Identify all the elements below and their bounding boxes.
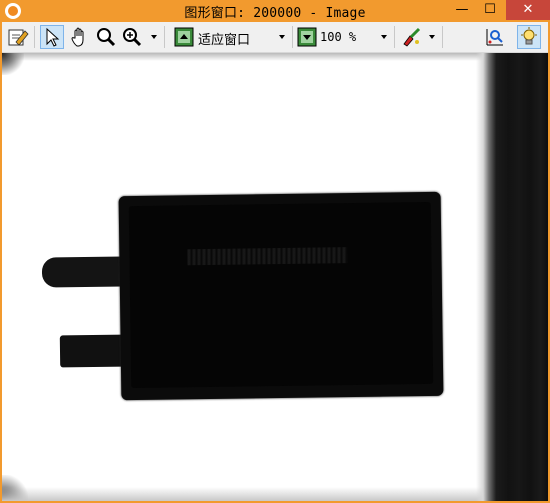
toolbar-separator: [442, 26, 443, 48]
bulb-icon: [521, 27, 537, 45]
close-button[interactable]: ✕: [506, 0, 550, 20]
paint-dropdown-arrow[interactable]: [429, 35, 435, 39]
pointer-icon: [46, 27, 60, 47]
canvas-top-shadow: [2, 53, 548, 61]
edit-button[interactable]: [6, 25, 30, 49]
zoom-mode-label[interactable]: 适应窗口: [198, 29, 250, 48]
fit-window-button[interactable]: [172, 25, 196, 49]
paint-button[interactable]: [399, 25, 423, 49]
toolbar: 适应窗口 100 %: [2, 22, 548, 53]
maximize-button[interactable]: ☐: [477, 0, 503, 20]
image-canvas[interactable]: [2, 53, 548, 501]
graph-button[interactable]: [483, 25, 507, 49]
zoom-percent-icon: [297, 27, 317, 47]
hand-icon: [71, 27, 84, 47]
zoom-percent-button[interactable]: [295, 25, 319, 49]
toolbar-separator: [394, 26, 395, 48]
paint-icon: [403, 27, 421, 47]
edit-icon: [8, 29, 29, 46]
fit-window-icon: [174, 27, 194, 47]
canvas-corner-shadow: [2, 53, 24, 75]
toolbar-separator: [292, 26, 293, 48]
pointer-button[interactable]: [40, 25, 64, 49]
toolbar-separator: [164, 26, 165, 48]
magnify-button[interactable]: [94, 25, 118, 49]
magnifier-icon: [97, 28, 116, 47]
pan-button[interactable]: [68, 25, 92, 49]
canvas-right-dark-edge: [476, 53, 548, 501]
toolbar-separator: [34, 26, 35, 48]
zoom-percent-dropdown-arrow[interactable]: [381, 35, 387, 39]
zoom-dropdown-arrow[interactable]: [151, 35, 157, 39]
graph-icon: [486, 29, 503, 46]
battery-label-print: [187, 247, 348, 266]
battery-tab-lower: [59, 334, 127, 368]
bulb-button[interactable]: [517, 25, 541, 49]
graphics-window: 图形窗口: 200000 - Image — ☐ ✕ 适应窗口 100 %: [0, 0, 550, 503]
minimize-button[interactable]: —: [449, 0, 475, 20]
zoom-percent-label[interactable]: 100 %: [320, 30, 356, 44]
canvas-bottom-shadow: [2, 487, 548, 501]
battery-tab-upper: [41, 256, 127, 288]
title-bar[interactable]: 图形窗口: 200000 - Image — ☐ ✕: [0, 0, 550, 22]
zoom-mode-dropdown-arrow[interactable]: [279, 35, 285, 39]
battery-image: [118, 191, 444, 401]
zoom-in-button[interactable]: [120, 25, 144, 49]
zoom-in-icon: [123, 28, 142, 47]
